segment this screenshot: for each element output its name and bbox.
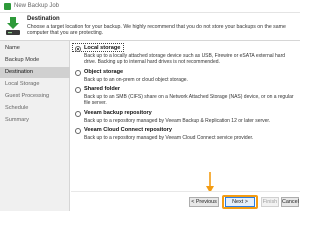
destination-options: Local storage Back up to a locally attac… xyxy=(71,41,300,191)
page-title: Destination xyxy=(27,16,60,22)
cancel-button[interactable]: Cancel xyxy=(281,197,299,207)
shared-folder-radio[interactable] xyxy=(75,87,81,93)
option-description: Back up to a locally attached storage de… xyxy=(84,53,286,65)
previous-button[interactable]: < Previous xyxy=(189,197,219,207)
option-label: Veeam backup repository xyxy=(84,110,152,116)
backup-download-icon xyxy=(6,17,20,35)
next-button[interactable]: Next > xyxy=(225,197,255,207)
page-description: Choose a target location for your backup… xyxy=(27,24,286,37)
window-title: New Backup Job xyxy=(14,3,60,9)
finish-button[interactable]: Finish xyxy=(261,197,279,207)
app-icon xyxy=(4,3,11,10)
step-summary[interactable]: Summary xyxy=(0,115,70,126)
option-label: Local storage xyxy=(84,45,121,51)
step-backup-mode[interactable]: Backup Mode xyxy=(0,55,70,66)
cloud-connect-radio[interactable] xyxy=(75,128,81,134)
step-name[interactable]: Name xyxy=(0,43,70,54)
option-description: Back up to an SMB (CIFS) share on a Netw… xyxy=(84,94,294,106)
wizard-steps: Name Backup Mode Destination Local Stora… xyxy=(0,41,70,211)
local-storage-radio[interactable] xyxy=(75,46,81,52)
veeam-repository-radio[interactable] xyxy=(75,111,81,117)
option-description: Back up to a repository managed by Veeam… xyxy=(84,135,254,141)
step-schedule[interactable]: Schedule xyxy=(0,103,70,114)
step-guest-processing[interactable]: Guest Processing xyxy=(0,91,70,102)
object-storage-radio[interactable] xyxy=(75,70,81,76)
step-destination[interactable]: Destination xyxy=(0,67,70,78)
wizard-footer: < Previous Next > Finish Cancel xyxy=(71,191,300,211)
option-label: Object storage xyxy=(84,69,124,75)
wizard-header: Destination Choose a target location for… xyxy=(0,13,300,41)
step-local-storage[interactable]: Local Storage xyxy=(0,79,70,90)
window-titlebar: New Backup Job xyxy=(0,0,300,13)
option-description: Back up to an on-prem or cloud object st… xyxy=(84,77,188,83)
option-label: Veeam Cloud Connect repository xyxy=(84,127,172,133)
option-description: Back up to a repository managed by Veeam… xyxy=(84,118,271,124)
option-label: Shared folder xyxy=(84,86,121,92)
